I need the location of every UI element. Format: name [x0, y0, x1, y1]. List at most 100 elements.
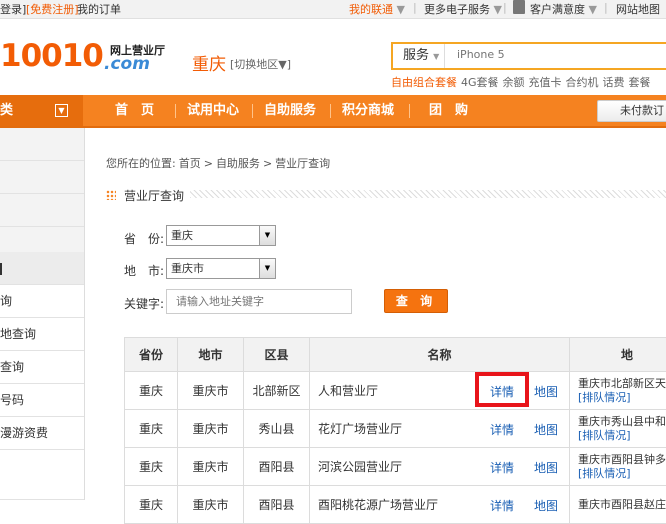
- switch-region-link[interactable]: [切换地区▼]: [230, 56, 291, 72]
- search-input[interactable]: [457, 48, 657, 61]
- cell-district: 酉阳县: [244, 486, 310, 524]
- satisfaction-menu[interactable]: 客户满意度 ▼: [530, 1, 597, 17]
- hot-link-bill[interactable]: 话费: [603, 76, 625, 89]
- register-link[interactable]: [免费注册]: [26, 1, 79, 17]
- my-unicom-menu[interactable]: 我的联通 ▼: [349, 1, 405, 17]
- queue-status-link[interactable]: [排队情况]: [578, 429, 666, 443]
- cell-name: 人和营业厅详情地图: [310, 372, 570, 410]
- breadcrumb-self-service[interactable]: 自助服务: [216, 157, 260, 170]
- column-header: 地市: [178, 338, 244, 372]
- map-link[interactable]: 地图: [534, 421, 558, 438]
- divider: |: [604, 1, 608, 14]
- breadcrumb-home[interactable]: 首页: [179, 157, 201, 170]
- cell-name: 河滨公园营业厅详情地图: [310, 448, 570, 486]
- detail-link[interactable]: 详情: [490, 459, 514, 476]
- table-header-row: 省份 地市 区县 名称 地: [125, 338, 666, 372]
- city-value: 重庆市: [171, 262, 204, 275]
- column-header: 地: [570, 338, 666, 372]
- my-orders-link[interactable]: 我的订单: [77, 1, 121, 17]
- hot-link-recharge[interactable]: 充值卡: [529, 76, 562, 89]
- query-button[interactable]: 查 询: [384, 289, 448, 313]
- nav-divider: [330, 104, 331, 118]
- nav-item-trial[interactable]: 试用中心: [187, 95, 239, 126]
- dots-icon: [106, 190, 116, 200]
- column-header: 省份: [125, 338, 178, 372]
- cell-province: 重庆: [125, 410, 178, 448]
- table-row: 重庆 重庆市 北部新区 人和营业厅详情地图 重庆市北部新区天[排队情况]: [125, 372, 666, 410]
- city-label: 地 市:: [124, 262, 164, 279]
- cell-province: 重庆: [125, 448, 178, 486]
- chevron-down-icon: ▼: [589, 3, 597, 16]
- keyword-label: 关键字:: [124, 295, 164, 312]
- sidebar-item[interactable]: 地查询: [0, 318, 84, 351]
- sidebar-item[interactable]: 询: [0, 285, 84, 318]
- province-select[interactable]: 重庆 ▼: [166, 225, 276, 246]
- address-text: 重庆市酉阳县钟多: [578, 453, 666, 467]
- search-type-dropdown[interactable]: 服务 ▼: [393, 44, 445, 68]
- breadcrumb-separator: >: [204, 157, 213, 170]
- cell-city: 重庆市: [178, 410, 244, 448]
- sidebar-item[interactable]: 号码: [0, 384, 84, 417]
- cell-address: 重庆市北部新区天[排队情况]: [570, 372, 666, 410]
- nav-item-self-service[interactable]: 自助服务: [264, 95, 316, 126]
- map-link[interactable]: 地图: [534, 383, 558, 400]
- province-label: 省 份:: [124, 230, 164, 247]
- nav-divider: [409, 104, 410, 118]
- queue-status-link[interactable]: [排队情况]: [578, 467, 666, 481]
- hot-link-4g[interactable]: 4G套餐: [461, 76, 499, 89]
- chevron-down-icon: ▼: [259, 226, 275, 245]
- keyword-input[interactable]: [166, 289, 352, 314]
- hot-link-custom-plan[interactable]: 自由组合套餐: [391, 76, 457, 89]
- sidebar-item[interactable]: 查询: [0, 351, 84, 384]
- breadcrumb-separator: >: [263, 157, 272, 170]
- cell-district: 酉阳县: [244, 448, 310, 486]
- sidebar-item[interactable]: [0, 161, 84, 194]
- chevron-down-icon: ▼: [259, 259, 275, 278]
- chevron-down-icon: ▼: [55, 104, 68, 117]
- search-bar: 服务 ▼: [391, 42, 666, 70]
- map-link[interactable]: 地图: [534, 459, 558, 476]
- city-select[interactable]: 重庆市 ▼: [166, 258, 276, 279]
- sidebar-item[interactable]: 漫游资费: [0, 417, 84, 450]
- sidebar-item[interactable]: [0, 450, 84, 500]
- column-header: 名称: [310, 338, 570, 372]
- sidebar-item[interactable]: [0, 128, 84, 161]
- category-menu[interactable]: 类 ▼: [0, 95, 83, 126]
- hot-links: 自由组合套餐 4G套餐余额充值卡合约机话费套餐: [391, 74, 655, 90]
- hot-link-balance[interactable]: 余额: [503, 76, 525, 89]
- current-city: 重庆: [192, 50, 226, 75]
- cell-province: 重庆: [125, 486, 178, 524]
- cell-address: 重庆市酉阳县钟多[排队情况]: [570, 448, 666, 486]
- queue-status-link[interactable]: [排队情况]: [578, 391, 666, 405]
- hot-link-contract-phone[interactable]: 合约机: [566, 76, 599, 89]
- hot-link-plan[interactable]: 套餐: [629, 76, 651, 89]
- logo-number[interactable]: 10010: [0, 38, 103, 74]
- divider: |: [413, 1, 417, 14]
- sidebar-marker: [0, 263, 2, 275]
- nav-item-points-mall[interactable]: 积分商城: [342, 95, 394, 126]
- login-link[interactable]: 登录]: [0, 1, 26, 17]
- nav-item-group-buy[interactable]: 团 购: [429, 95, 468, 126]
- unpaid-orders-button[interactable]: 未付款订: [597, 100, 666, 122]
- breadcrumb-current: 营业厅查询: [275, 157, 330, 170]
- detail-link[interactable]: 详情: [490, 421, 514, 438]
- store-name: 酉阳桃花源广场营业厅: [318, 498, 438, 512]
- site-map-link[interactable]: 网站地图: [616, 1, 660, 17]
- chevron-down-icon: ▼: [494, 3, 502, 16]
- cell-city: 重庆市: [178, 486, 244, 524]
- category-label: 类: [0, 95, 13, 126]
- phone-icon: [513, 0, 525, 14]
- chevron-down-icon: ▼: [433, 52, 439, 61]
- cell-name: 花灯广场营业厅详情地图: [310, 410, 570, 448]
- sidebar-item[interactable]: [0, 194, 84, 227]
- more-services-menu[interactable]: 更多电子服务 ▼: [424, 1, 502, 17]
- nav-item-home[interactable]: 首 页: [115, 95, 154, 126]
- sidebar-item-active[interactable]: [0, 252, 84, 285]
- results-table: 省份 地市 区县 名称 地 重庆 重庆市 北部新区 人和营业厅详情地图 重庆市北…: [124, 337, 666, 524]
- left-sidebar: 询 地查询 查询 号码 漫游资费: [0, 128, 85, 500]
- province-value: 重庆: [171, 229, 193, 242]
- cell-province: 重庆: [125, 372, 178, 410]
- more-services-label: 更多电子服务: [424, 3, 490, 16]
- search-type-label: 服务: [403, 48, 429, 63]
- cell-district: 北部新区: [244, 372, 310, 410]
